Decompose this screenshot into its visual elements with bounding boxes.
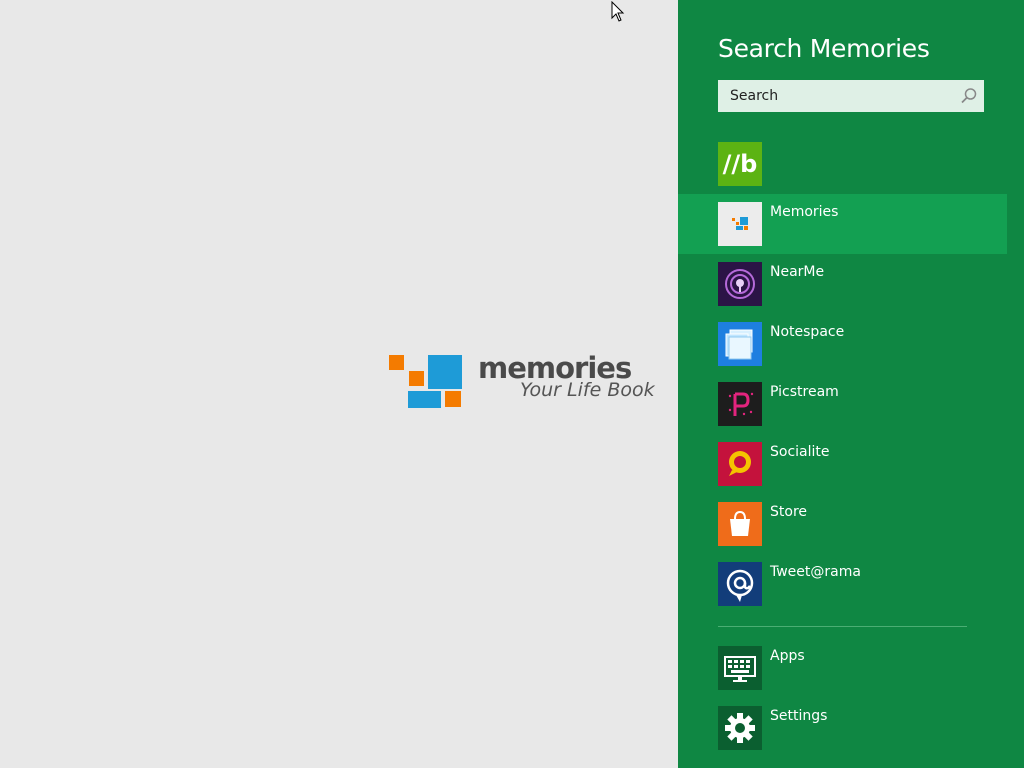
system-item-label: Apps	[770, 648, 805, 664]
app-item-tweetarama[interactable]: Tweet@rama	[678, 554, 1007, 614]
app-item-memories[interactable]: Memories	[678, 194, 1007, 254]
app-item-socialite[interactable]: Socialite	[678, 434, 1007, 494]
app-item-picstream[interactable]: Picstream	[678, 374, 1007, 434]
app-item-label: NearMe	[770, 264, 825, 280]
memories-app-icon	[718, 202, 762, 246]
socialite-app-icon	[718, 442, 762, 486]
section-divider	[718, 626, 967, 627]
picstream-app-icon	[718, 382, 762, 426]
app-item-label: Socialite	[770, 444, 830, 460]
system-item-label: Settings	[770, 708, 828, 724]
app-item-label: Memories	[770, 204, 839, 220]
memories-logo-mark-icon	[389, 355, 462, 408]
search-box	[718, 80, 984, 112]
system-item-apps[interactable]: Apps	[678, 638, 1007, 698]
system-item-settings[interactable]: Settings	[678, 698, 1007, 758]
mouse-cursor-icon	[611, 1, 625, 22]
notespace-app-icon	[718, 322, 762, 366]
app-canvas: memories Your Life Book	[0, 0, 678, 768]
search-input[interactable]	[718, 80, 954, 112]
search-icon[interactable]	[960, 87, 978, 105]
store-app-icon	[718, 502, 762, 546]
app-item-label: Notespace	[770, 324, 845, 340]
apps-keyboard-icon	[718, 646, 762, 690]
memories-logo: memories Your Life Book	[388, 351, 658, 414]
app-item-label: Store	[770, 504, 808, 520]
app-item-nearme[interactable]: NearMe	[678, 254, 1007, 314]
search-charm-pane: Search Memories //b Memories NearMe	[678, 0, 1024, 768]
app-item-label: Picstream	[770, 384, 839, 400]
tweetarama-app-icon	[718, 562, 762, 606]
app-item-notespace[interactable]: Notespace	[678, 314, 1007, 374]
settings-gear-icon	[718, 706, 762, 750]
charm-title: Search Memories	[718, 34, 930, 63]
bing-search-tile[interactable]: //b	[718, 142, 762, 186]
logo-tagline: Your Life Book	[520, 379, 655, 401]
app-item-store[interactable]: Store	[678, 494, 1007, 554]
nearme-app-icon	[718, 262, 762, 306]
app-item-label: Tweet@rama	[770, 564, 861, 580]
